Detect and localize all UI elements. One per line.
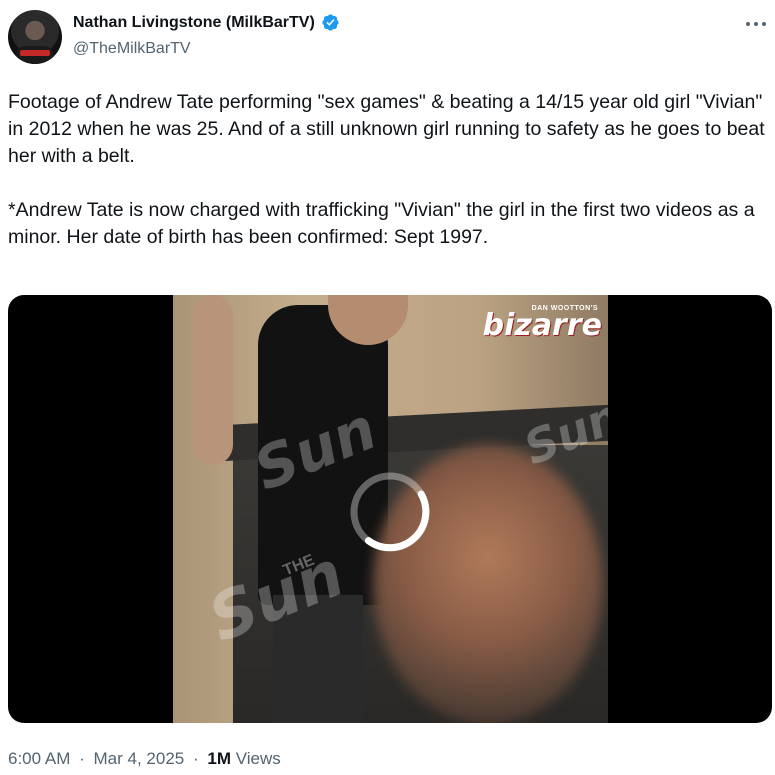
avatar-logo [20, 50, 50, 56]
tweet-paragraph-2: *Andrew Tate is now charged with traffic… [8, 199, 760, 248]
video-player[interactable]: Sun Sun Sun THE DAN WOOTTON'S bizarre [8, 295, 772, 723]
meta-separator: · [192, 749, 199, 768]
tweet-text: Footage of Andrew Tate performing "sex g… [8, 89, 768, 251]
video-arm [193, 295, 233, 465]
author-handle[interactable]: @TheMilkBarTV [73, 40, 191, 58]
avatar[interactable] [8, 10, 62, 64]
views-count[interactable]: 1M [207, 749, 231, 768]
author-name-row: Nathan Livingstone (MilkBarTV) [73, 13, 340, 32]
views-label: Views [235, 749, 281, 768]
tweet-meta: 6:00 AM · Mar 4, 2025 · 1M Views [8, 749, 281, 769]
meta-separator: · [79, 749, 85, 768]
verified-badge-icon [322, 14, 339, 31]
author-display-name[interactable]: Nathan Livingstone (MilkBarTV) [73, 14, 315, 32]
tweet-paragraph-1: Footage of Andrew Tate performing "sex g… [8, 91, 771, 167]
bizarre-logo-text: bizarre [482, 308, 602, 343]
bizarre-logo: DAN WOOTTON'S bizarre [482, 305, 602, 343]
more-options-icon[interactable] [742, 14, 770, 34]
loading-spinner-icon [350, 472, 430, 552]
tweet-time[interactable]: 6:00 AM [8, 749, 70, 768]
tweet-date[interactable]: Mar 4, 2025 [94, 749, 185, 768]
